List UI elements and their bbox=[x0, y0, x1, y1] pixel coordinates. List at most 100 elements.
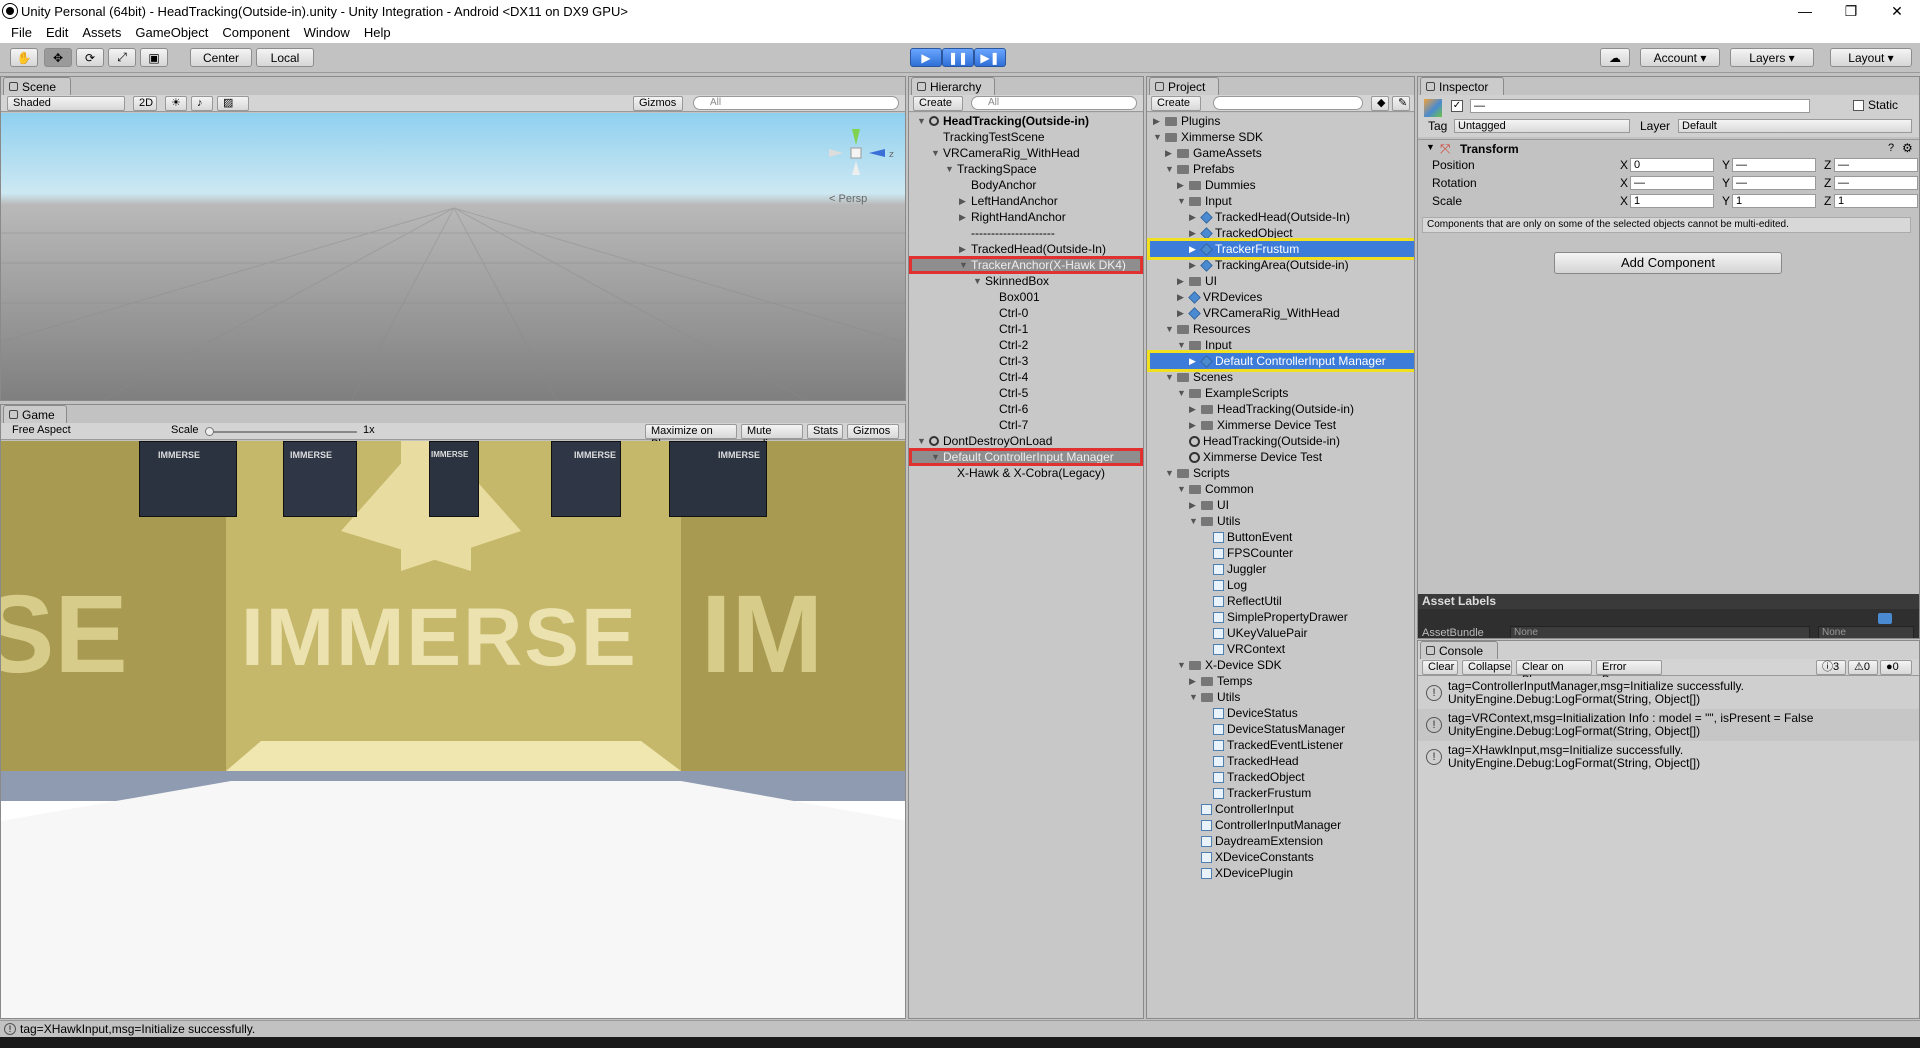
hierarchy-item[interactable]: Ctrl-1 bbox=[909, 321, 1143, 337]
project-item[interactable]: TrackerFrustum bbox=[1147, 785, 1414, 801]
warning-count-toggle[interactable]: ⚠0 bbox=[1848, 660, 1878, 675]
asset-label-tag-icon[interactable] bbox=[1878, 613, 1892, 624]
effects-icon[interactable]: ▨ bbox=[217, 96, 249, 111]
expand-arrow-icon[interactable]: ▶ bbox=[1189, 401, 1199, 417]
project-item[interactable]: Ximmerse Device Test bbox=[1147, 449, 1414, 465]
game-gizmos-dropdown[interactable]: Gizmos bbox=[847, 424, 899, 439]
expand-arrow-icon[interactable]: ▶ bbox=[1177, 305, 1187, 321]
mute-audio-toggle[interactable]: Mute audio bbox=[741, 424, 803, 450]
project-item[interactable]: TrackedObject bbox=[1147, 769, 1414, 785]
scale-slider-thumb[interactable] bbox=[205, 427, 214, 436]
transform-y-field[interactable]: — bbox=[1732, 176, 1816, 190]
expand-arrow-icon[interactable]: ▼ bbox=[1177, 385, 1187, 401]
console-entry[interactable]: ! tag=ControllerInputManager,msg=Initiali… bbox=[1418, 677, 1919, 709]
expand-arrow-icon[interactable]: ▶ bbox=[1177, 289, 1187, 305]
expand-arrow-icon[interactable]: ▶ bbox=[959, 209, 969, 225]
transform-x-field[interactable]: 0 bbox=[1630, 158, 1714, 172]
hierarchy-item[interactable]: Ctrl-5 bbox=[909, 385, 1143, 401]
scene-viewport[interactable]: z < Persp bbox=[1, 113, 905, 400]
expand-arrow-icon[interactable]: ▶ bbox=[1189, 417, 1199, 433]
menu-component[interactable]: Component bbox=[215, 25, 296, 40]
tag-dropdown[interactable]: Untagged bbox=[1454, 119, 1630, 133]
move-tool-icon[interactable]: ✥ bbox=[44, 48, 72, 67]
expand-arrow-icon[interactable]: ▼ bbox=[1177, 481, 1187, 497]
project-item[interactable]: XDeviceConstants bbox=[1147, 849, 1414, 865]
active-checkbox[interactable]: ✓ bbox=[1451, 100, 1463, 112]
tab-hierarchy[interactable]: Hierarchy bbox=[911, 77, 995, 95]
expand-arrow-icon[interactable]: ▼ bbox=[945, 161, 955, 177]
transform-fold-icon[interactable]: ▼ bbox=[1426, 142, 1435, 152]
console-clear-on-play-button[interactable]: Clear on Play bbox=[1516, 660, 1592, 686]
project-item[interactable]: ▶ Dummies bbox=[1147, 177, 1414, 193]
project-item[interactable]: ▼ Prefabs bbox=[1147, 161, 1414, 177]
pause-button[interactable]: ❚❚ bbox=[942, 48, 974, 67]
expand-arrow-icon[interactable]: ▶ bbox=[1153, 113, 1163, 129]
project-item[interactable]: ▶ Ximmerse Device Test bbox=[1147, 417, 1414, 433]
project-item[interactable]: ControllerInputManager bbox=[1147, 817, 1414, 833]
hierarchy-search-input[interactable]: All bbox=[971, 96, 1137, 110]
status-message[interactable]: tag=XHawkInput,msg=Initialize successful… bbox=[20, 1022, 255, 1036]
project-item[interactable]: ▶ Temps bbox=[1147, 673, 1414, 689]
project-item[interactable]: ▼ Scripts bbox=[1147, 465, 1414, 481]
hierarchy-item[interactable]: --------------------- bbox=[909, 225, 1143, 241]
scale-tool-icon[interactable]: ⤢ bbox=[108, 48, 136, 67]
project-item[interactable]: HeadTracking(Outside-in) bbox=[1147, 433, 1414, 449]
expand-arrow-icon[interactable]: ▼ bbox=[931, 145, 941, 161]
hierarchy-item[interactable]: ▶ LeftHandAnchor bbox=[909, 193, 1143, 209]
expand-arrow-icon[interactable]: ▶ bbox=[1177, 273, 1187, 289]
project-item[interactable]: DeviceStatus bbox=[1147, 705, 1414, 721]
project-item[interactable]: ▼ X-Device SDK bbox=[1147, 657, 1414, 673]
hierarchy-item[interactable]: ▼ DontDestroyOnLoad bbox=[909, 433, 1143, 449]
project-create-dropdown[interactable]: Create ▾ bbox=[1151, 96, 1201, 122]
transform-header[interactable]: ▼ ⤧ Transform ? ⚙ bbox=[1418, 139, 1919, 157]
project-item[interactable]: ControllerInput bbox=[1147, 801, 1414, 817]
layers-dropdown[interactable]: Layers ▾ bbox=[1730, 48, 1814, 67]
shading-dropdown[interactable]: Shaded bbox=[7, 96, 125, 111]
cloud-icon[interactable]: ☁ bbox=[1600, 48, 1630, 67]
hierarchy-item[interactable]: ▶ TrackedHead(Outside-In) bbox=[909, 241, 1143, 257]
project-search-input[interactable] bbox=[1213, 96, 1363, 110]
project-item[interactable]: ▶ UI bbox=[1147, 497, 1414, 513]
minimize-button[interactable]: — bbox=[1782, 0, 1828, 22]
expand-arrow-icon[interactable]: ▼ bbox=[1177, 657, 1187, 673]
menu-assets[interactable]: Assets bbox=[75, 25, 128, 40]
project-item[interactable]: ▼ Resources bbox=[1147, 321, 1414, 337]
persp-label[interactable]: < Persp bbox=[829, 193, 867, 205]
project-item[interactable]: ▼ Utils bbox=[1147, 689, 1414, 705]
menu-file[interactable]: File bbox=[4, 25, 39, 40]
project-item[interactable]: UKeyValuePair bbox=[1147, 625, 1414, 641]
project-item[interactable]: SimplePropertyDrawer bbox=[1147, 609, 1414, 625]
project-item[interactable]: ▶ TrackedHead(Outside-In) bbox=[1147, 209, 1414, 225]
hierarchy-item[interactable]: Box001 bbox=[909, 289, 1143, 305]
hierarchy-item[interactable]: ▼ SkinnedBox bbox=[909, 273, 1143, 289]
help-icon[interactable]: ? bbox=[1888, 142, 1894, 154]
scene-search-input[interactable]: All bbox=[693, 96, 899, 110]
transform-y-field[interactable]: — bbox=[1732, 158, 1816, 172]
step-button[interactable]: ▶❚ bbox=[974, 48, 1006, 67]
project-item[interactable]: ▼ Utils bbox=[1147, 513, 1414, 529]
project-item[interactable]: ▶ UI bbox=[1147, 273, 1414, 289]
error-count-toggle[interactable]: ●0 bbox=[1880, 660, 1912, 675]
hierarchy-item[interactable]: BodyAnchor bbox=[909, 177, 1143, 193]
project-item[interactable]: ▶ VRDevices bbox=[1147, 289, 1414, 305]
aspect-dropdown[interactable]: Free Aspect bbox=[7, 424, 163, 439]
play-button[interactable]: ▶ bbox=[910, 48, 942, 67]
filter-label-icon[interactable]: ✎ bbox=[1392, 96, 1410, 111]
console-entry[interactable]: ! tag=XHawkInput,msg=Initialize successfu… bbox=[1418, 741, 1919, 773]
hierarchy-item[interactable]: ▼ HeadTracking(Outside-in) bbox=[909, 113, 1143, 129]
project-item[interactable]: VRContext bbox=[1147, 641, 1414, 657]
expand-arrow-icon[interactable]: ▼ bbox=[1189, 513, 1199, 529]
scale-slider[interactable] bbox=[205, 427, 357, 436]
info-count-toggle[interactable]: ⓘ3 bbox=[1816, 660, 1846, 675]
hierarchy-item[interactable]: Ctrl-4 bbox=[909, 369, 1143, 385]
stats-toggle[interactable]: Stats bbox=[807, 424, 843, 439]
static-checkbox[interactable] bbox=[1853, 100, 1864, 111]
menu-gameobject[interactable]: GameObject bbox=[128, 25, 215, 40]
pivot-local-button[interactable]: Local bbox=[256, 48, 314, 67]
tab-project[interactable]: Project bbox=[1149, 77, 1219, 95]
expand-arrow-icon[interactable]: ▼ bbox=[1165, 465, 1175, 481]
tab-scene[interactable]: Scene bbox=[3, 77, 71, 95]
expand-arrow-icon[interactable]: ▶ bbox=[959, 193, 969, 209]
expand-arrow-icon[interactable]: ▼ bbox=[1165, 321, 1175, 337]
transform-x-field[interactable]: — bbox=[1630, 176, 1714, 190]
